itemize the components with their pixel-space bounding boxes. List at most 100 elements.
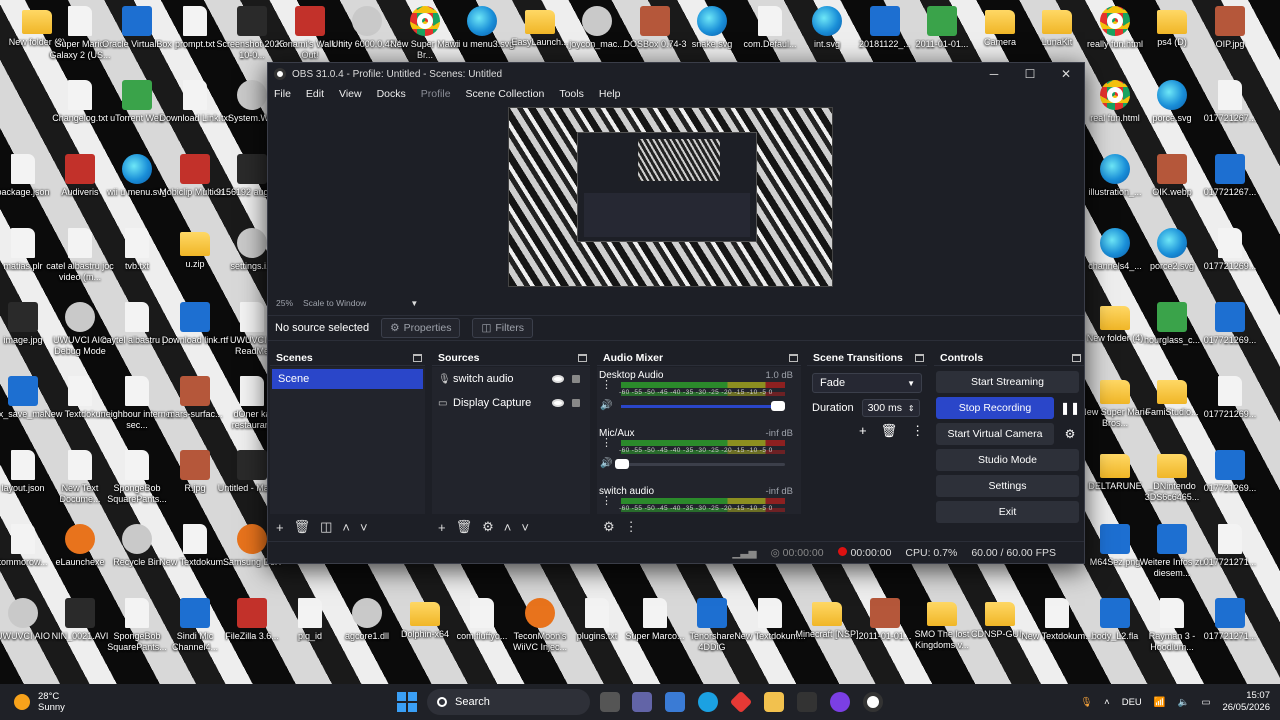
source-item-display-capture[interactable]: ▭ Display Capture (432, 391, 590, 415)
chevron-down-icon[interactable]: ˅ (360, 520, 368, 535)
gear-icon[interactable]: ⚙ (482, 519, 494, 535)
obs-taskbar-icon[interactable] (863, 692, 883, 712)
chevron-up-icon[interactable]: ˄ (504, 520, 512, 535)
start-virtual-camera-button[interactable]: Start Virtual Camera ⚙ (936, 423, 1075, 445)
menu-profile[interactable]: Profile (421, 88, 451, 100)
chevron-down-icon[interactable]: ˅ (521, 520, 529, 535)
app-purple-icon[interactable] (830, 692, 850, 712)
chevron-up-icon[interactable]: ˄ (342, 520, 350, 535)
menu-help[interactable]: Help (599, 88, 621, 100)
desktop-icon[interactable]: 017721269... (1193, 228, 1267, 272)
doc-file-icon (1160, 598, 1184, 628)
desktop-icon[interactable]: 017721267... (1193, 80, 1267, 124)
windows-start-icon[interactable] (397, 692, 417, 712)
exit-button[interactable]: Exit (936, 501, 1079, 523)
start-streaming-button[interactable]: Start Streaming (936, 371, 1079, 393)
teams-icon[interactable] (632, 692, 652, 712)
speaker-icon[interactable]: 🔊 (600, 458, 612, 469)
slider-knob[interactable] (771, 401, 785, 411)
menu-tools[interactable]: Tools (559, 88, 584, 100)
stream-time: 00:00:00 (782, 546, 824, 559)
undock-icon[interactable] (578, 353, 587, 362)
add-icon[interactable]: + (438, 520, 446, 535)
studio-mode-button[interactable]: Studio Mode (936, 449, 1079, 471)
desktop-icon[interactable]: 017721271... (1193, 598, 1267, 642)
undock-icon[interactable] (1072, 353, 1081, 362)
wifi-icon[interactable]: 📶 (1154, 697, 1166, 708)
filter-icon[interactable]: ◫ (320, 519, 332, 535)
volume-slider[interactable] (615, 459, 785, 469)
undock-icon[interactable] (413, 353, 422, 362)
undock-icon[interactable] (789, 353, 798, 362)
desktop-icon[interactable]: 017721269... (1193, 450, 1267, 494)
more-icon[interactable]: ⋮ (601, 380, 612, 391)
desktop-icon[interactable]: OIP.jpg (1193, 6, 1267, 50)
add-icon[interactable]: + (859, 423, 867, 439)
more-icon[interactable]: ⋮ (601, 438, 612, 449)
lock-icon[interactable] (572, 375, 580, 383)
green-file-icon (1157, 302, 1187, 332)
lock-icon[interactable] (572, 399, 580, 407)
desktop-icon[interactable]: 017721269... (1193, 376, 1267, 420)
gear-icon[interactable]: ⚙ (1059, 423, 1081, 445)
scale-mode[interactable]: Scale to Window (303, 298, 366, 308)
transition-select[interactable]: Fade ▼ (812, 373, 922, 393)
chevron-up-icon[interactable]: ˄ (1104, 697, 1110, 708)
close-button[interactable]: ✕ (1048, 67, 1084, 81)
chevron-down-icon[interactable]: ▼ (410, 299, 418, 308)
trash-icon[interactable]: 🗑 (294, 519, 311, 535)
desktop-icon[interactable]: 017721269... (1193, 302, 1267, 346)
desktop-icon[interactable]: 017721267... (1193, 154, 1267, 198)
more-icon[interactable]: ⋮ (911, 423, 924, 439)
settings-button[interactable]: Settings (936, 475, 1079, 497)
eye-icon[interactable] (552, 375, 564, 383)
edge-file-icon (697, 6, 727, 36)
gear-file-icon (352, 6, 382, 36)
desktop-icon[interactable]: 017721271... (1193, 524, 1267, 568)
eye-icon[interactable] (552, 399, 564, 407)
language-indicator[interactable]: DEU (1122, 697, 1142, 708)
more-icon[interactable]: ⋮ (625, 519, 638, 535)
trash-icon[interactable]: 🗑 (456, 519, 473, 535)
more-icon[interactable]: ⋮ (601, 496, 612, 507)
clock[interactable]: 15:07 26/05/2026 (1222, 690, 1270, 714)
file-explorer-icon[interactable] (764, 692, 784, 712)
gear-icon[interactable]: ⚙ (603, 519, 615, 535)
battery-icon[interactable]: ▭ (1201, 697, 1210, 708)
preview-area[interactable] (268, 103, 1084, 295)
store-icon[interactable] (665, 692, 685, 712)
undock-icon[interactable] (915, 353, 924, 362)
properties-button[interactable]: ⚙ Properties (381, 318, 461, 338)
menu-view[interactable]: View (339, 88, 362, 100)
blue-file-icon (8, 376, 38, 406)
fps: 60.00 / 60.00 FPS (971, 546, 1056, 559)
duration-input[interactable]: 300 ms ⇕ (861, 399, 920, 417)
task-view-icon[interactable] (600, 692, 620, 712)
menu-docks[interactable]: Docks (377, 88, 406, 100)
weather-widget[interactable]: 28°C Sunny (14, 691, 65, 713)
doc-file-icon (183, 6, 207, 36)
microphone-icon[interactable]: 🎙 (1080, 697, 1092, 708)
maximize-button[interactable]: ☐ (1012, 67, 1048, 81)
channel-db: 1.0 dB (765, 370, 793, 381)
speaker-icon[interactable]: 🔊 (600, 400, 612, 411)
capcut-icon[interactable] (797, 692, 817, 712)
search-box[interactable]: Search (427, 689, 590, 715)
menu-file[interactable]: File (274, 88, 291, 100)
slider-knob[interactable] (615, 459, 630, 469)
app-red-icon[interactable] (729, 690, 753, 714)
pause-icon[interactable]: ❚❚ (1059, 397, 1081, 419)
stop-recording-button[interactable]: Stop Recording ❚❚ (936, 397, 1080, 419)
add-icon[interactable]: + (276, 520, 284, 535)
edge-icon[interactable] (698, 692, 718, 712)
volume-icon[interactable]: 🔈 (1178, 697, 1190, 708)
filters-button[interactable]: ◫ Filters (472, 318, 533, 338)
source-item-switch-audio[interactable]: 🎙 switch audio (432, 367, 590, 391)
menu-edit[interactable]: Edit (306, 88, 324, 100)
menu-scene-collection[interactable]: Scene Collection (466, 88, 545, 100)
scene-item[interactable]: Scene (272, 369, 423, 389)
trash-icon[interactable]: 🗑 (881, 423, 898, 439)
volume-slider[interactable] (621, 401, 785, 411)
minimize-button[interactable]: ─ (976, 67, 1012, 81)
stepper-icon[interactable]: ⇕ (908, 404, 915, 413)
